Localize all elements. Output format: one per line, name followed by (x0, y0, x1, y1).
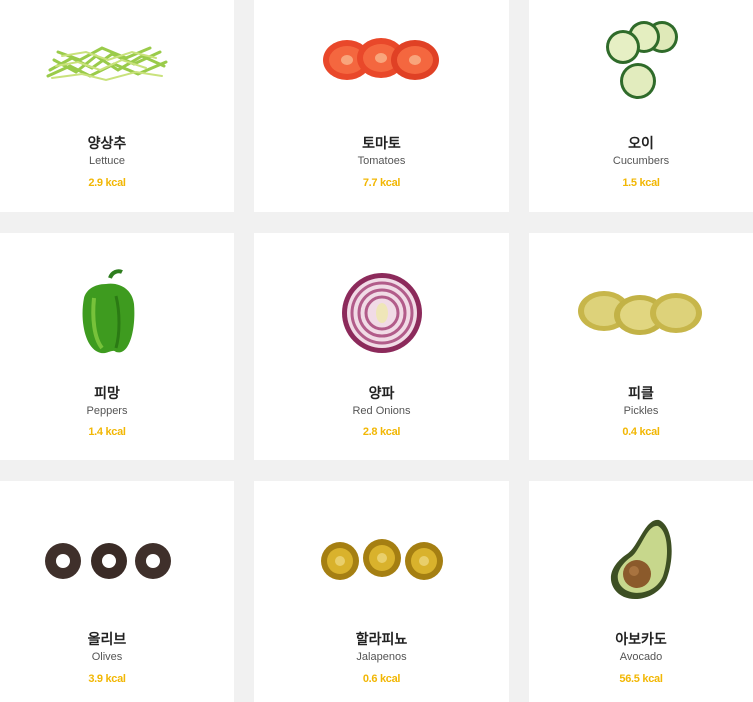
ingredient-card-olives[interactable]: 올리브 Olives 3.9 kcal (0, 481, 234, 702)
onion-icon (254, 263, 509, 363)
ingredient-name-ko: 오이 (628, 136, 654, 152)
ingredient-name-en: Tomatoes (357, 155, 406, 167)
ingredient-name-en: Avocado (619, 651, 663, 663)
ingredient-card-peppers[interactable]: 피망 Peppers 1.4 kcal (0, 233, 234, 460)
ingredient-name-ko: 피클 (628, 386, 654, 402)
ingredient-grid: 양상추 Lettuce 2.9 kcal 토마토 Tomatoes 7.7 kc… (0, 0, 753, 702)
lettuce-icon (0, 0, 234, 120)
ingredient-name-ko: 할라피뇨 (355, 632, 408, 648)
cucumber-icon (529, 0, 753, 120)
ingredient-card-red-onions[interactable]: 양파 Red Onions 2.8 kcal (254, 233, 509, 460)
ingredient-card-pickles[interactable]: 피클 Pickles 0.4 kcal (529, 233, 753, 460)
ingredient-name-en: Peppers (86, 405, 128, 417)
ingredient-card-lettuce[interactable]: 양상추 Lettuce 2.9 kcal (0, 0, 234, 212)
ingredient-kcal: 1.4 kcal (88, 426, 126, 438)
ingredient-name-ko: 올리브 (87, 632, 127, 648)
ingredient-name-ko: 양상추 (87, 136, 127, 152)
ingredient-name-ko: 아보카도 (615, 632, 667, 648)
ingredient-card-avocado[interactable]: 아보카도 Avocado 56.5 kcal (529, 481, 753, 702)
ingredient-name-en: Pickles (623, 405, 659, 417)
ingredient-name-en: Red Onions (352, 405, 411, 417)
avocado-icon (529, 506, 753, 616)
ingredient-card-jalapenos[interactable]: 할라피뇨 Jalapenos 0.6 kcal (254, 481, 509, 702)
ingredient-name-ko: 토마토 (362, 136, 401, 152)
ingredient-kcal: 2.8 kcal (362, 426, 401, 438)
ingredient-kcal: 2.9 kcal (88, 177, 126, 189)
ingredient-name-en: Cucumbers (612, 155, 670, 167)
ingredient-name-en: Olives (91, 651, 123, 663)
ingredient-name-ko: 양파 (368, 386, 395, 402)
ingredient-kcal: 1.5 kcal (622, 177, 660, 189)
pepper-icon (0, 263, 234, 363)
ingredient-card-cucumbers[interactable]: 오이 Cucumbers 1.5 kcal (529, 0, 753, 212)
ingredient-kcal: 7.7 kcal (362, 177, 401, 189)
pickle-icon (529, 263, 753, 363)
jalapeno-icon (254, 506, 509, 616)
ingredient-kcal: 0.6 kcal (362, 673, 401, 685)
tomato-icon (254, 0, 509, 120)
ingredient-name-en: Lettuce (88, 155, 126, 167)
ingredient-kcal: 3.9 kcal (88, 673, 126, 685)
ingredient-kcal: 56.5 kcal (619, 673, 663, 685)
olive-icon (0, 506, 234, 616)
ingredient-name-ko: 피망 (94, 386, 120, 402)
ingredient-name-en: Jalapenos (356, 651, 407, 663)
ingredient-kcal: 0.4 kcal (622, 426, 660, 438)
ingredient-card-tomatoes[interactable]: 토마토 Tomatoes 7.7 kcal (254, 0, 509, 212)
